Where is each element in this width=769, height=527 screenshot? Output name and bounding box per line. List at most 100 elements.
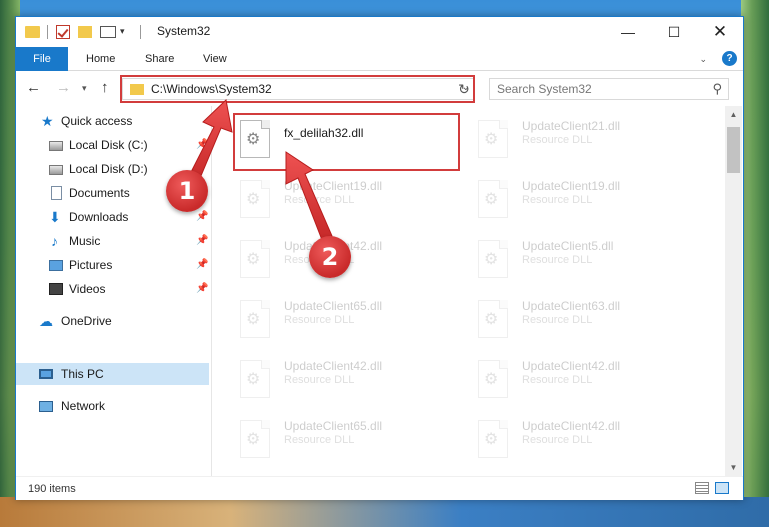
pin-icon: 📌 <box>196 139 209 150</box>
minimize-button[interactable]: — <box>605 17 651 47</box>
sidebar-item-label: Local Disk (D:) <box>69 162 148 176</box>
large-icons-view-icon[interactable] <box>715 482 729 494</box>
sidebar-item-label: Downloads <box>69 210 129 224</box>
file-name: UpdateClient21.dll <box>522 119 621 133</box>
sidebar-item-label: Videos <box>69 282 106 296</box>
scrollbar-thumb[interactable] <box>727 127 740 173</box>
sidebar-item-label: Pictures <box>69 258 113 272</box>
file-name: UpdateClient65.dll <box>284 299 383 313</box>
navigation-pane: ★ Quick access Local Disk (C:) 📌 Local D… <box>16 106 211 476</box>
file-item[interactable]: UpdateClient21.dll Resource DLL <box>450 114 685 166</box>
maximize-button[interactable]: ☐ <box>651 17 697 47</box>
scroll-down-icon[interactable]: ▼ <box>725 459 742 476</box>
sidebar-item-onedrive[interactable]: ☁ OneDrive <box>16 310 209 332</box>
dll-file-icon <box>240 240 270 278</box>
file-item[interactable]: UpdateClient19.dll Resource DLL <box>212 174 447 226</box>
file-type: Resource DLL <box>284 194 355 206</box>
sidebar-item-label: Quick access <box>61 114 133 128</box>
videos-icon <box>49 283 63 295</box>
tab-file[interactable]: File <box>16 47 68 71</box>
sidebar-item-quick-access[interactable]: ★ Quick access <box>16 110 209 132</box>
file-item[interactable]: UpdateClient65.dll Resource DLL <box>212 294 447 346</box>
customize-toolbar-icon[interactable] <box>100 26 116 38</box>
search-icon[interactable]: ⚲ <box>712 81 722 97</box>
network-icon <box>39 401 53 412</box>
file-type: Resource DLL <box>284 374 355 386</box>
dll-file-icon <box>240 360 270 398</box>
pin-icon: 📌 <box>196 259 209 270</box>
sidebar-item-music[interactable]: ♪ Music 📌 <box>16 230 209 252</box>
music-icon: ♪ <box>51 233 58 249</box>
back-button[interactable]: ← <box>26 79 41 96</box>
disk-icon <box>49 141 63 151</box>
sidebar-item-network[interactable]: Network <box>16 395 209 417</box>
dll-file-icon <box>478 240 508 278</box>
pin-icon: 📌 <box>196 283 209 294</box>
file-name: UpdateClient65.dll <box>284 419 383 433</box>
cloud-icon: ☁ <box>39 313 53 329</box>
toolbar-separator <box>140 25 141 39</box>
expand-ribbon-icon[interactable]: ⌄ <box>699 54 707 65</box>
sidebar-item-videos[interactable]: Videos 📌 <box>16 278 209 300</box>
item-count: 190 items <box>28 483 76 495</box>
sidebar-item-label: Documents <box>69 186 130 200</box>
dll-file-icon <box>478 420 508 458</box>
dll-file-icon <box>478 120 508 158</box>
properties-check-icon[interactable] <box>56 25 70 39</box>
new-folder-icon[interactable] <box>78 26 92 38</box>
file-type: Resource DLL <box>522 314 593 326</box>
details-view-icon[interactable] <box>695 482 709 494</box>
star-icon: ★ <box>41 113 54 129</box>
file-item[interactable]: UpdateClient65.dll Resource DLL <box>212 414 447 466</box>
file-item[interactable]: UpdateClient42.dll Resource DLL <box>450 414 685 466</box>
tab-home[interactable]: Home <box>86 47 115 71</box>
status-bar: 190 items <box>16 476 743 500</box>
address-bar-highlight <box>120 75 475 103</box>
desktop-wallpaper-bottom <box>0 497 769 527</box>
scroll-up-icon[interactable]: ▲ <box>725 106 742 123</box>
file-item[interactable]: UpdateClient42.dll Resource DLL <box>450 354 685 406</box>
ribbon-tabs: File Home Share View ⌄ ? <box>16 47 743 71</box>
desktop-wallpaper-right <box>741 0 769 527</box>
pin-icon: 📌 <box>196 235 209 246</box>
search-input[interactable]: Search System32 ⚲ <box>489 78 729 100</box>
window-title: System32 <box>157 24 211 38</box>
file-name: UpdateClient63.dll <box>522 299 621 313</box>
folder-icon <box>25 26 40 38</box>
vertical-scrollbar[interactable]: ▲ ▼ <box>725 106 742 476</box>
disk-icon <box>49 165 63 175</box>
tab-view[interactable]: View <box>203 47 227 71</box>
dll-file-icon <box>240 300 270 338</box>
recent-locations-button[interactable]: ▾ <box>82 83 87 94</box>
pin-icon: 📌 <box>196 211 209 222</box>
dll-file-icon <box>478 300 508 338</box>
file-name: UpdateClient42.dll <box>284 359 383 373</box>
help-icon[interactable]: ? <box>722 51 737 66</box>
close-button[interactable]: ✕ <box>697 17 743 47</box>
title-bar: ▾ System32 — ☐ ✕ <box>16 17 743 47</box>
file-name: UpdateClient42.dll <box>522 359 621 373</box>
file-type: Resource DLL <box>522 374 593 386</box>
file-item[interactable]: UpdateClient5.dll Resource DLL <box>450 234 685 286</box>
pictures-icon <box>49 260 63 271</box>
sidebar-item-pictures[interactable]: Pictures 📌 <box>16 254 209 276</box>
quick-access-dropdown-icon[interactable]: ▾ <box>120 26 125 42</box>
computer-icon <box>39 369 53 379</box>
sidebar-item-label: This PC <box>61 367 104 381</box>
file-highlight <box>233 113 460 171</box>
file-item[interactable]: UpdateClient42.dll Resource DLL <box>212 354 447 406</box>
file-type: Resource DLL <box>522 254 593 266</box>
forward-button[interactable]: → <box>56 79 71 96</box>
dll-file-icon <box>478 360 508 398</box>
sidebar-item-label: Music <box>69 234 101 248</box>
up-button[interactable]: ↑ <box>101 79 109 96</box>
sidebar-item-local-disk-c[interactable]: Local Disk (C:) 📌 <box>16 134 209 156</box>
download-icon: ⬇ <box>49 209 61 225</box>
dll-file-icon <box>240 420 270 458</box>
tab-share[interactable]: Share <box>145 47 174 71</box>
documents-icon <box>51 186 62 200</box>
file-item[interactable]: UpdateClient63.dll Resource DLL <box>450 294 685 346</box>
sidebar-item-this-pc[interactable]: This PC <box>16 363 209 385</box>
file-type: Resource DLL <box>284 314 355 326</box>
file-item[interactable]: UpdateClient19.dll Resource DLL <box>450 174 685 226</box>
